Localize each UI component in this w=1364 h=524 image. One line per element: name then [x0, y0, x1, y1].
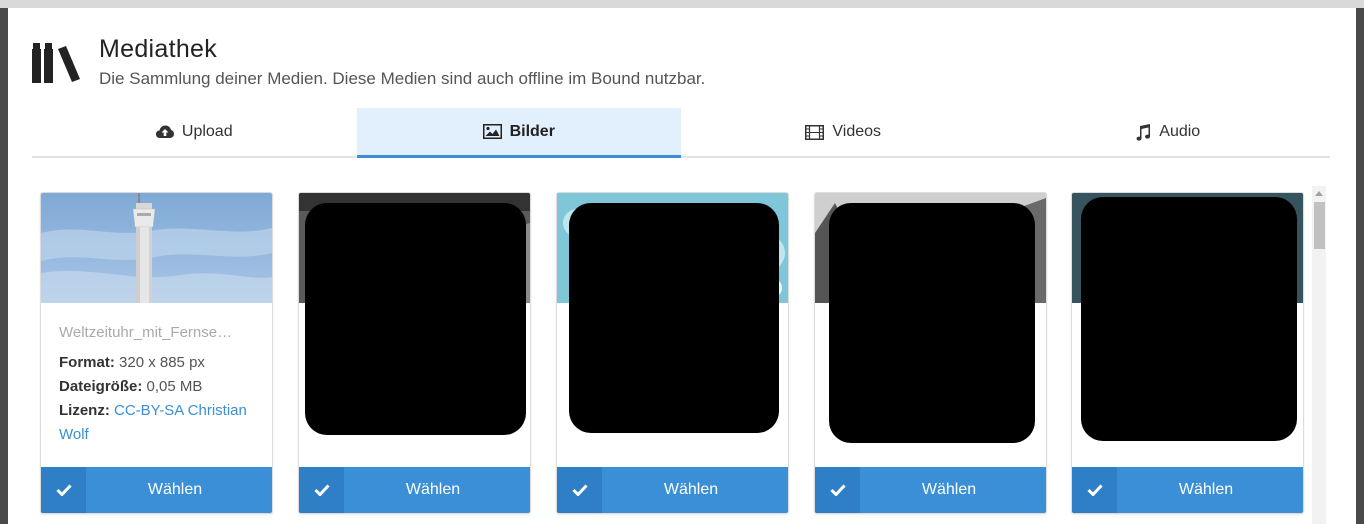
redacted-area	[305, 203, 526, 435]
vertical-scrollbar[interactable]	[1312, 186, 1326, 524]
scroll-up-arrow-icon[interactable]	[1312, 186, 1326, 200]
tab-upload-label: Upload	[181, 123, 233, 140]
modal-title: Mediathek	[99, 35, 218, 63]
choose-button-label: Wählen	[1178, 481, 1234, 498]
choose-button[interactable]: Wählen	[41, 467, 272, 513]
header-text: Mediathek Die Sammlung deiner Medien. Di…	[99, 32, 705, 90]
tab-audio[interactable]: Audio	[1006, 108, 1331, 156]
format-value: 320 x 885 px	[119, 354, 205, 371]
tv-tower-image	[41, 193, 272, 303]
redacted-area	[829, 203, 1035, 443]
size-label: Dateigröße:	[59, 378, 143, 395]
checkmark-icon	[557, 467, 602, 513]
film-icon	[805, 124, 825, 140]
choose-button[interactable]: Wählen	[299, 467, 530, 513]
tab-upload[interactable]: Upload	[32, 108, 357, 156]
media-thumbnail	[41, 193, 272, 303]
size-value: 0,05 MB	[146, 378, 203, 395]
background-page	[0, 0, 1364, 8]
media-card[interactable]: Wählen	[556, 192, 789, 514]
scrollbar-thumb[interactable]	[1314, 202, 1325, 249]
format-label: Format:	[59, 354, 115, 371]
tab-bilder[interactable]: Bilder	[356, 108, 681, 158]
choose-button-label: Wählen	[663, 481, 719, 498]
redacted-area	[569, 203, 779, 433]
checkmark-icon	[299, 467, 344, 513]
media-tabs: Upload Bilder Videos Audio	[32, 108, 1330, 158]
modal-header: Mediathek Die Sammlung deiner Medien. Di…	[32, 32, 705, 90]
checkmark-icon	[815, 467, 860, 513]
media-filesize: Dateigröße: 0,05 MB	[59, 375, 254, 399]
choose-button[interactable]: Wählen	[815, 467, 1046, 513]
media-card[interactable]: Wählen	[1071, 192, 1304, 514]
media-library-modal: Mediathek Die Sammlung deiner Medien. Di…	[8, 8, 1356, 524]
media-license: Lizenz: CC-BY-SA Christian Wolf	[59, 399, 254, 447]
choose-button[interactable]: Wählen	[557, 467, 788, 513]
tab-bilder-label: Bilder	[509, 122, 555, 140]
tab-videos-label: Videos	[832, 123, 882, 140]
media-card[interactable]: Wählen	[814, 192, 1047, 514]
checkmark-icon	[1072, 467, 1117, 513]
modal-subtitle: Die Sammlung deiner Medien. Diese Medien…	[99, 69, 706, 88]
media-info: Weltzeituhr_mit_Fernse… Format: 320 x 88…	[59, 321, 254, 447]
license-label: Lizenz:	[59, 402, 110, 419]
media-card[interactable]: Weltzeituhr_mit_Fernse… Format: 320 x 88…	[40, 192, 273, 514]
music-note-icon	[1136, 123, 1151, 141]
media-format: Format: 320 x 885 px	[59, 351, 254, 375]
choose-button[interactable]: Wählen	[1072, 467, 1303, 513]
tab-audio-label: Audio	[1159, 123, 1201, 140]
choose-button-label: Wählen	[921, 481, 977, 498]
cloud-upload-icon	[155, 125, 174, 138]
choose-button-label: Wählen	[147, 481, 203, 498]
media-filename: Weltzeituhr_mit_Fernse…	[59, 324, 233, 341]
media-card[interactable]: Wählen	[298, 192, 531, 514]
image-icon	[482, 124, 502, 139]
choose-button-label: Wählen	[405, 481, 461, 498]
checkmark-icon	[41, 467, 86, 513]
tab-videos[interactable]: Videos	[681, 108, 1006, 156]
redacted-area	[1081, 197, 1297, 441]
library-books-icon	[32, 43, 80, 83]
